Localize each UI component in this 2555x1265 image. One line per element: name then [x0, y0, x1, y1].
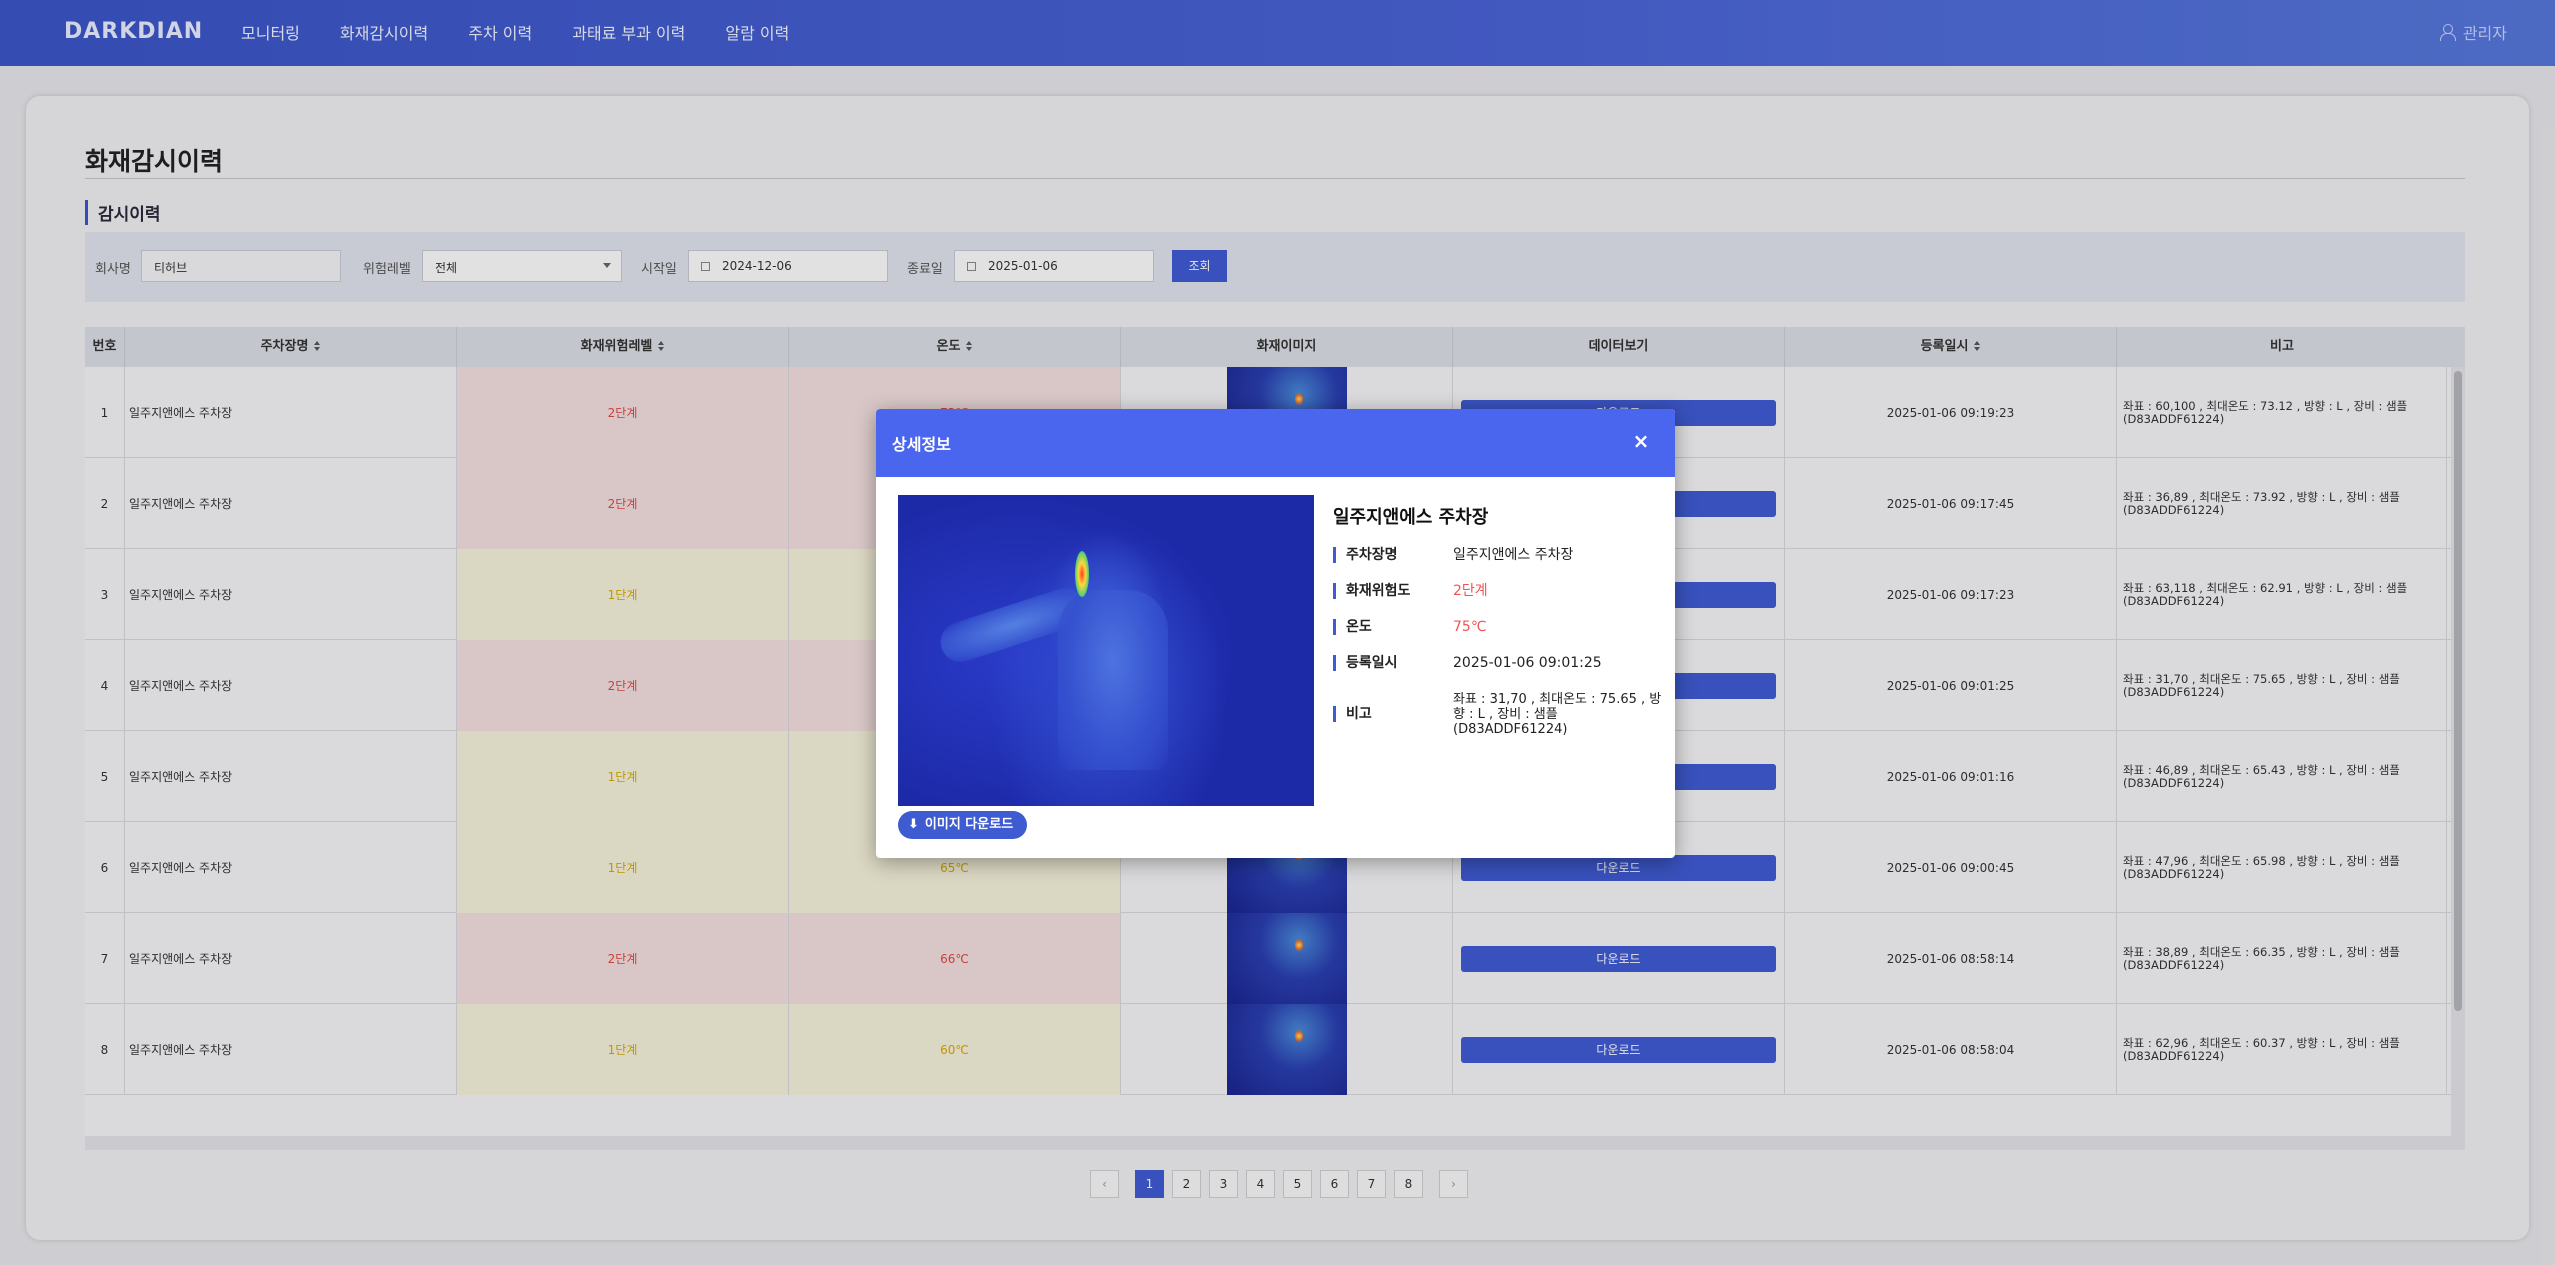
download-image-button[interactable]: ⬇ 이미지 다운로드 [898, 811, 1028, 839]
detail-modal: 상세정보 × ⬇ 이미지 다운로드 일주지앤에스 주차장 주차장명 일주지앤에스… [876, 409, 1675, 858]
fire-hotspot [1075, 551, 1089, 597]
detail-lot-label: 주차장명 [1333, 547, 1453, 563]
detail-lot-title: 일주지앤에스 주차장 [1333, 507, 1489, 528]
detail-temp-value: 75℃ [1453, 619, 1487, 635]
download-icon: ⬇ [908, 817, 919, 832]
modal-title: 상세정보 [892, 435, 951, 454]
detail-risk-label: 화재위험도 [1333, 583, 1453, 599]
download-image-label: 이미지 다운로드 [924, 817, 1014, 832]
detail-date-value: 2025-01-06 09:01:25 [1453, 655, 1602, 671]
figure [1058, 590, 1168, 770]
close-icon[interactable]: × [1631, 431, 1651, 451]
detail-risk-value: 2단계 [1453, 583, 1488, 599]
detail-note-value: 좌표 : 31,70 , 최대온도 : 75.65 , 방향 : L , 장비 … [1453, 692, 1662, 737]
detail-note-label: 비고 [1333, 706, 1453, 722]
detail-lot-value: 일주지앤에스 주차장 [1453, 547, 1574, 563]
detail-temp-label: 온도 [1333, 619, 1453, 635]
thermal-image [898, 495, 1314, 806]
detail-date-label: 등록일시 [1333, 655, 1453, 671]
modal-header: 상세정보 × [876, 409, 1675, 477]
